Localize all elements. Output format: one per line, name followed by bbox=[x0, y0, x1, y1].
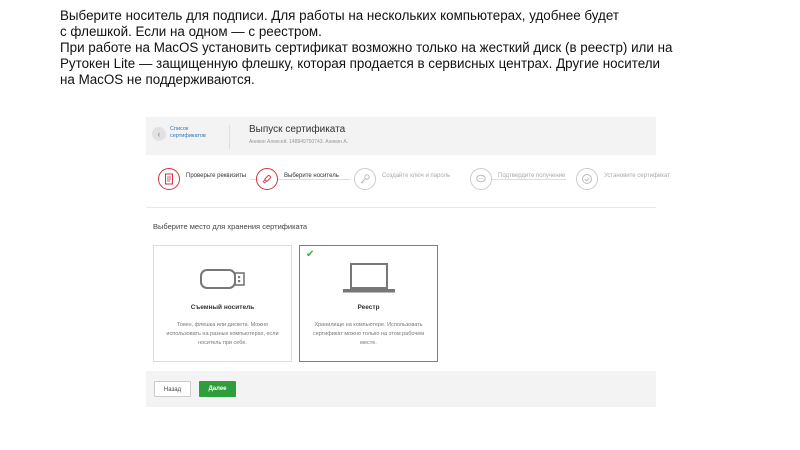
header-divider bbox=[229, 125, 230, 149]
certificate-wizard-window: ‹ Список сертификатов Выпуск сертификата… bbox=[146, 117, 670, 407]
monitor-icon bbox=[300, 262, 437, 296]
wizard-steps: Проверьте реквизиты Выберите носитель Со… bbox=[146, 155, 670, 208]
usb-key-icon bbox=[256, 168, 278, 190]
step-label: Установите сертификат bbox=[604, 173, 670, 179]
step-label: Проверьте реквизиты bbox=[186, 173, 247, 179]
back-arrow-icon[interactable]: ‹ bbox=[152, 127, 166, 141]
chat-icon bbox=[470, 168, 492, 190]
checkmark-icon: ✔ bbox=[306, 249, 315, 260]
step-label: Подтвердите получение bbox=[498, 173, 566, 179]
instruction-line: При работе на MacOS установить сертифика… bbox=[60, 40, 673, 55]
certificate-list-link[interactable]: Список сертификатов bbox=[170, 126, 220, 140]
check-circle-icon bbox=[576, 168, 598, 190]
instruction-text: Выберите носитель для подписи. Для работ… bbox=[60, 8, 760, 88]
removable-media-card[interactable]: Съемный носитель Токен, флешка или диске… bbox=[153, 245, 292, 362]
back-button[interactable]: Назад bbox=[154, 381, 191, 397]
registry-card[interactable]: ✔ Реестр Хранилище на компьютере. Исполь… bbox=[299, 245, 438, 362]
instruction-line: на MacOS не поддерживаются. bbox=[60, 72, 255, 87]
next-button[interactable]: Далее bbox=[199, 381, 236, 397]
card-title: Съемный носитель bbox=[190, 304, 255, 311]
instruction-line: Рутокен Lite — защищенную флешку, котора… bbox=[60, 56, 661, 71]
wizard-footer: Назад Далее bbox=[146, 371, 656, 407]
wizard-header: ‹ Список сертификатов Выпуск сертификата… bbox=[146, 117, 656, 155]
instruction-line: Выберите носитель для подписи. Для работ… bbox=[60, 8, 619, 23]
document-icon bbox=[158, 168, 180, 190]
key-icon bbox=[354, 168, 376, 190]
card-description: Токен, флешка или дискета. Можно использ… bbox=[166, 322, 279, 346]
step-label: Выберите носитель bbox=[284, 173, 339, 179]
page-subtitle: Аникин Алексей. 148849750743. Аникин А. bbox=[249, 139, 349, 145]
step-label: Создайте ключ и пароль bbox=[382, 173, 451, 179]
card-title: Реестр bbox=[357, 304, 380, 311]
usb-flash-icon bbox=[154, 262, 291, 296]
page-title: Выпуск сертификата bbox=[249, 124, 346, 135]
instruction-line: с флешкой. Если на одном — с реестром. bbox=[60, 24, 322, 39]
section-title: Выберите место для хранения сертификата bbox=[153, 222, 308, 231]
card-description: Хранилище на компьютере. Использовать се… bbox=[312, 322, 425, 346]
